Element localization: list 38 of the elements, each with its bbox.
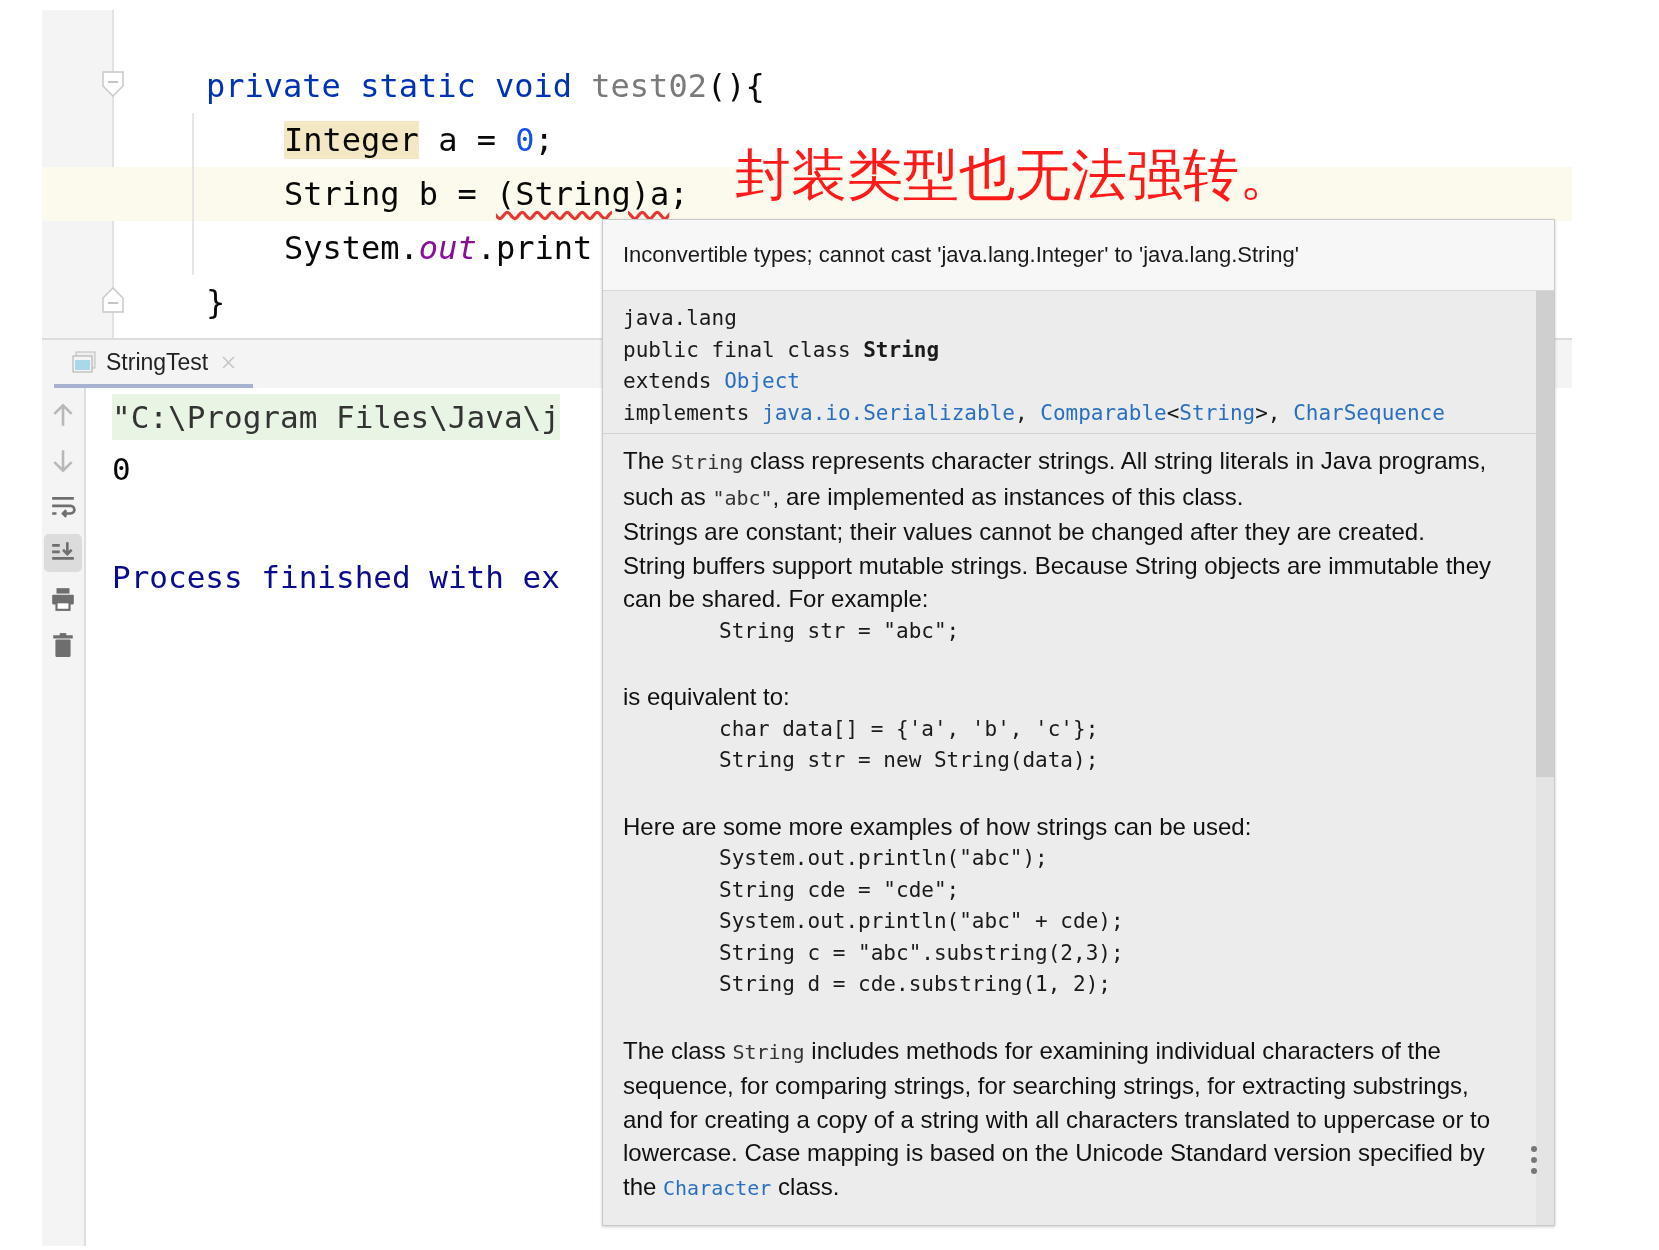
error-message: Inconvertible types; cannot cast 'java.lang.Integer' to 'java.lang.String' bbox=[603, 220, 1554, 291]
code-line: private static void test02(){ bbox=[205, 67, 765, 105]
code-line: String b = (String)a; bbox=[283, 175, 689, 213]
fold-marker-icon[interactable] bbox=[101, 287, 125, 313]
doc-paragraph: Strings are constant; their values cannot be changed after they are created. bbox=[623, 517, 1426, 547]
console-tab[interactable]: StringTest bbox=[54, 340, 254, 388]
scrollbar-thumb[interactable] bbox=[1536, 291, 1554, 777]
annotation-text: 封装类型也无法强转。 bbox=[735, 141, 1295, 209]
wrap-icon bbox=[50, 494, 76, 520]
close-icon[interactable] bbox=[222, 355, 236, 369]
doc-paragraph: The class String includes methods for examining individual characters of the sequence, for comparing strings, for searching strings, for extracting substrings, and for creating a copy of a string with all characters translated to uppercase or to lowercase. Case mapping is based on the Unicode Standard version specified by the Character class. bbox=[623, 1035, 1492, 1202]
tab-label: StringTest bbox=[106, 348, 209, 376]
code-example-line: String str = "abc"; bbox=[719, 617, 961, 645]
doc-paragraph: The String class represents character strings. All string literals in Java programs, such as "abc", are implemented as instances of this class. bbox=[623, 446, 1488, 512]
signature-line: java.lang bbox=[623, 305, 738, 332]
code-example-line: String c = "abc".substring(2,3); bbox=[719, 939, 1125, 967]
code-line: Integer a = 0; bbox=[283, 121, 554, 159]
doc-paragraph: Here are some more examples of how strings can be used: bbox=[623, 811, 1253, 842]
code-example-line: String cde = "cde"; bbox=[719, 876, 961, 904]
code-example-line: String d = cde.substring(1, 2); bbox=[719, 971, 1112, 998]
doc-paragraph: is equivalent to: bbox=[623, 682, 791, 712]
code-example-line: System.out.println("abc"); bbox=[719, 845, 1049, 872]
console-line: 0 bbox=[112, 450, 131, 489]
signature-line: public final class String bbox=[623, 336, 941, 364]
trash-icon bbox=[50, 632, 76, 658]
fold-marker-icon[interactable] bbox=[101, 71, 125, 97]
signature-line: implements java.io.Serializable, Comparable<String>, CharSequence bbox=[623, 399, 1446, 427]
code-line: } bbox=[205, 283, 226, 321]
signature-line: extends Object bbox=[623, 368, 801, 395]
console-line: Process finished with ex bbox=[112, 558, 560, 597]
scroll-end-tool-button[interactable] bbox=[44, 534, 82, 572]
code-example-line: System.out.println("abc" + cde); bbox=[719, 908, 1125, 935]
doc-paragraph: String buffers support mutable strings. Because String objects are immutable they can be shared. For example: bbox=[623, 550, 1492, 614]
print-icon bbox=[50, 586, 76, 612]
code-example-line: char data[] = {'a', 'b', 'c'}; bbox=[719, 715, 1100, 743]
code-example-line: String str = new String(data); bbox=[719, 747, 1100, 774]
code-line: System.out.print bbox=[283, 229, 593, 267]
console-icon bbox=[72, 351, 96, 373]
